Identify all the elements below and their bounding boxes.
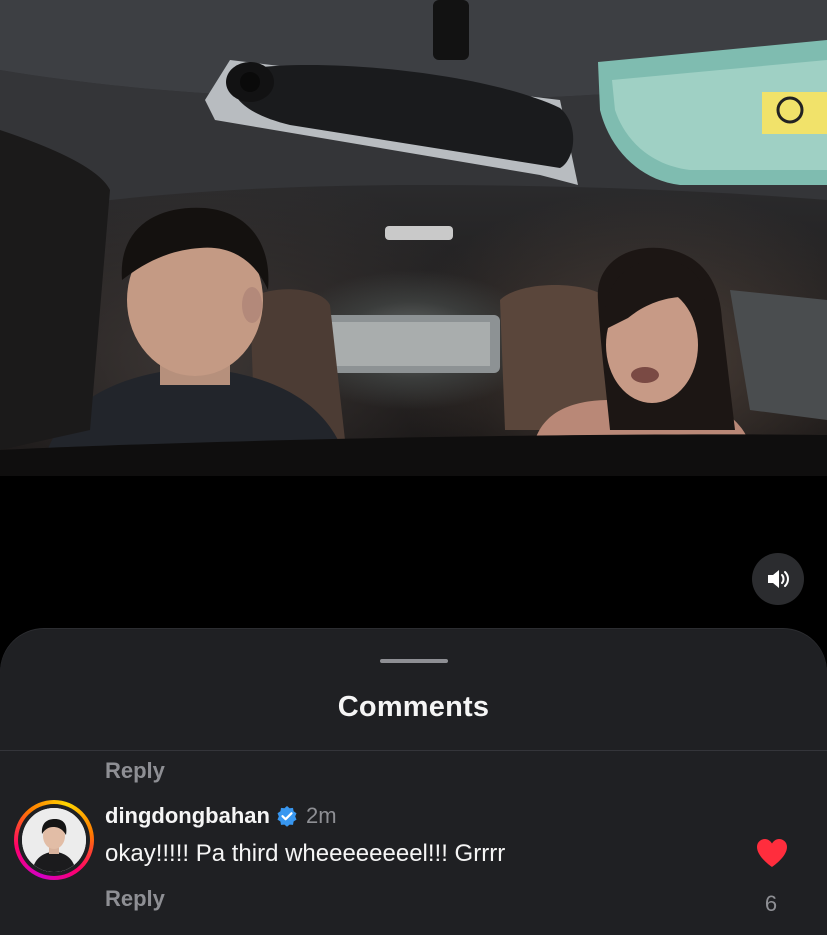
avatar bbox=[22, 808, 86, 872]
comment-text: okay!!!!! Pa third wheeeeeeeel!!! Grrrr bbox=[105, 840, 506, 867]
app-screen: Comments Reply dingdongbahan 2m okay!!!!… bbox=[0, 0, 827, 935]
heart-filled-icon bbox=[757, 839, 787, 867]
video-player[interactable] bbox=[0, 0, 827, 476]
comments-sheet: Comments Reply dingdongbahan 2m okay!!!!… bbox=[0, 629, 827, 935]
like-count: 6 bbox=[764, 891, 778, 916]
speaker-volume-icon bbox=[768, 570, 789, 588]
comment-header: dingdongbahan 2m bbox=[105, 803, 337, 829]
comment-timestamp: 2m bbox=[305, 803, 337, 828]
sheet-drag-handle[interactable] bbox=[380, 659, 448, 663]
comment-username[interactable]: dingdongbahan bbox=[105, 803, 270, 829]
video-frame bbox=[0, 0, 827, 476]
sound-toggle-button[interactable] bbox=[752, 553, 804, 605]
reply-button[interactable]: Reply bbox=[105, 886, 165, 912]
like-button[interactable] bbox=[755, 837, 789, 869]
previous-reply-button[interactable]: Reply bbox=[105, 758, 165, 784]
sheet-title: Comments bbox=[337, 691, 490, 723]
avatar-story-ring[interactable] bbox=[14, 800, 94, 880]
verified-badge-icon bbox=[277, 806, 297, 827]
divider bbox=[0, 750, 827, 751]
